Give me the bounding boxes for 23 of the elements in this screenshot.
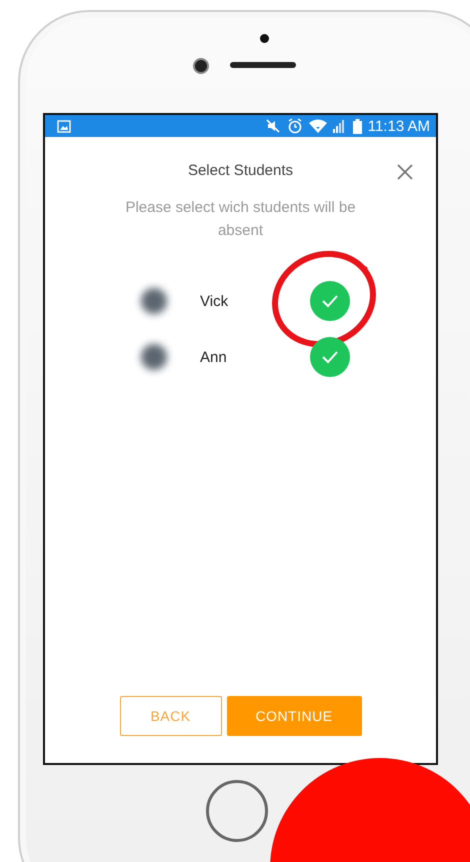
student-name: Ann <box>200 348 228 366</box>
status-time: 11:13 AM <box>368 118 430 134</box>
close-button[interactable] <box>396 163 414 181</box>
check-toggle[interactable] <box>310 281 350 321</box>
continue-button[interactable]: CONTINUE <box>226 696 362 736</box>
student-name: Vick <box>200 292 230 310</box>
signal-icon <box>332 119 347 133</box>
battery-icon <box>352 118 362 134</box>
check-icon <box>321 350 339 364</box>
mute-icon <box>264 118 281 134</box>
speaker-grille <box>230 62 296 68</box>
sensor-icon <box>260 34 269 43</box>
back-button[interactable]: BACK <box>120 696 222 736</box>
camera-icon <box>193 58 209 74</box>
check-icon <box>321 294 339 308</box>
alarm-icon <box>286 118 303 134</box>
avatar-placeholder <box>141 344 167 370</box>
check-toggle[interactable] <box>310 337 350 377</box>
image-icon <box>57 120 71 132</box>
dialog-title: Select Students <box>188 162 294 179</box>
dialog-subtitle: Please select wich students will be absent <box>124 198 357 241</box>
avatar-placeholder <box>141 288 167 314</box>
wifi-icon <box>308 119 327 133</box>
